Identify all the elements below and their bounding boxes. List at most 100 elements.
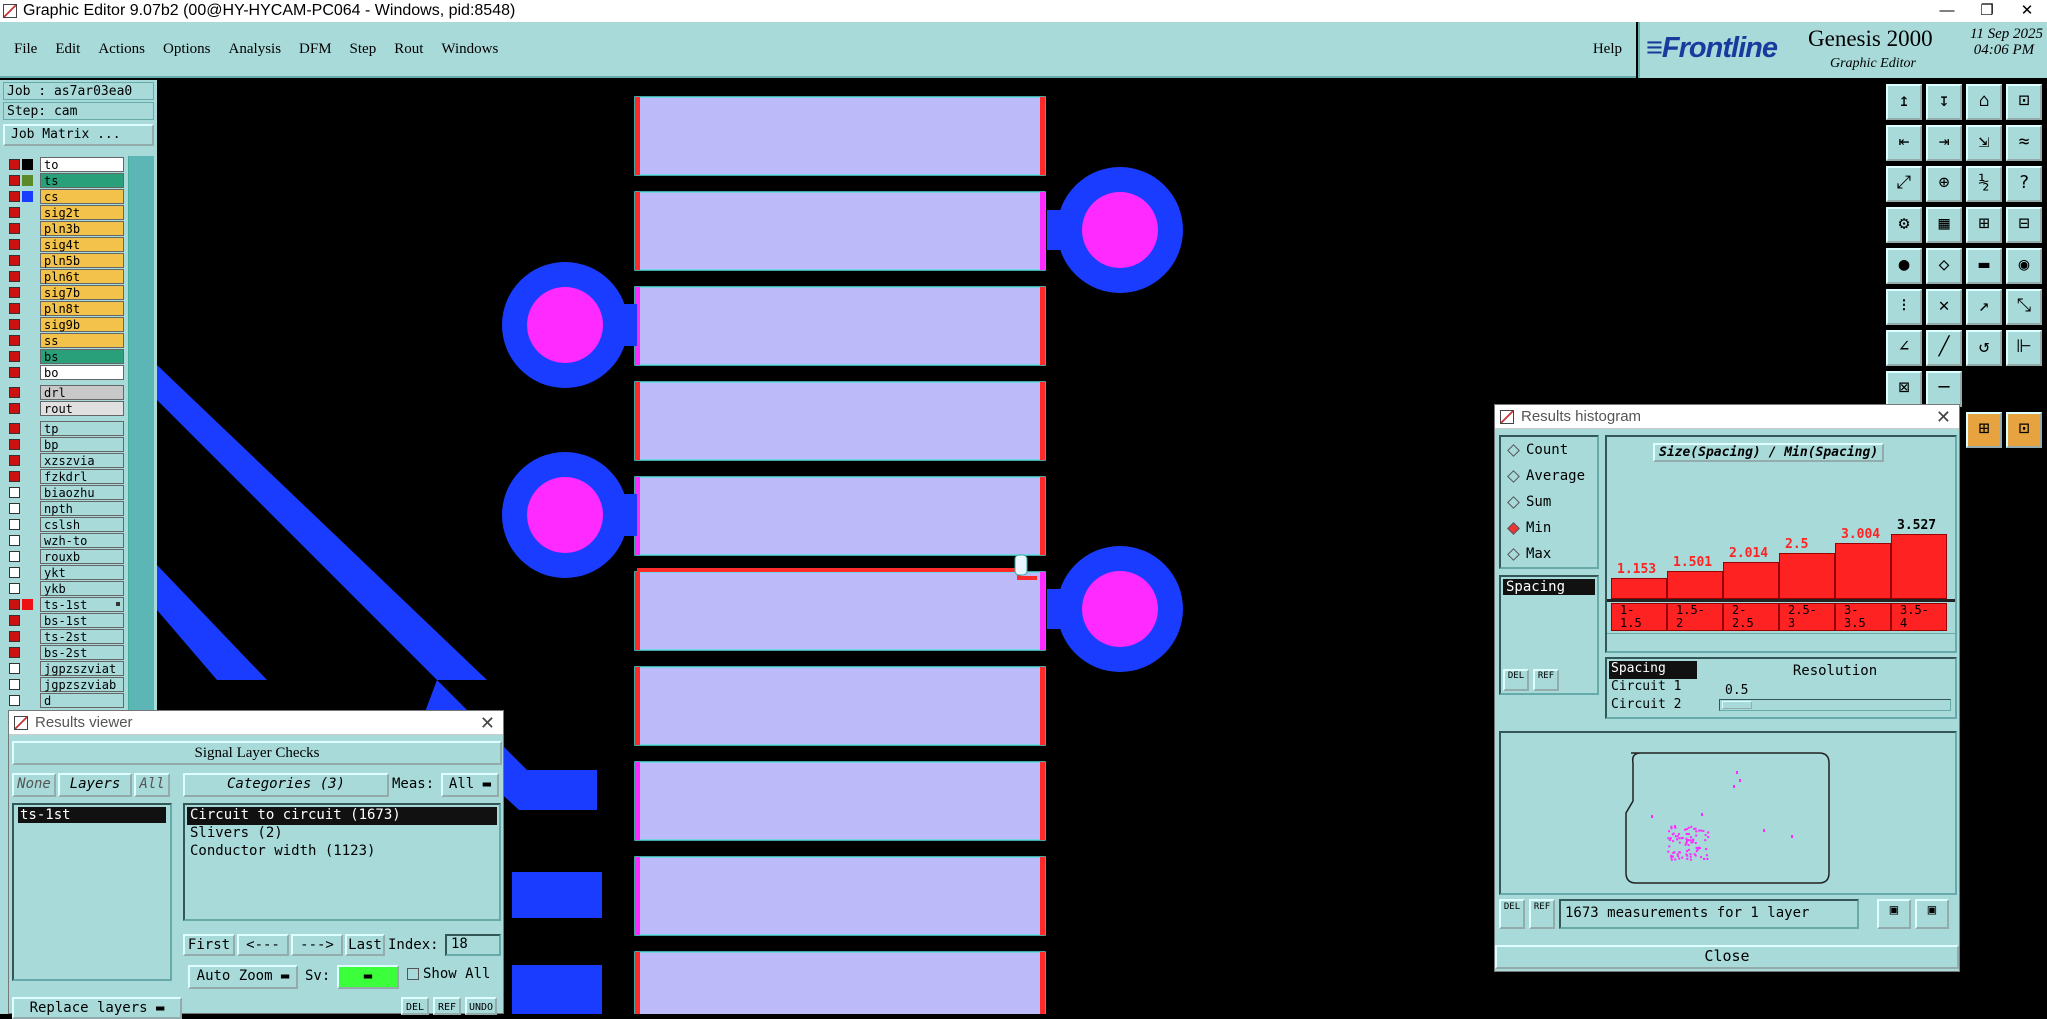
frame-icon[interactable]: ⊩ [2006,330,2042,366]
layer-name[interactable]: pln6t [40,268,124,284]
circle-icon[interactable]: ◉ [2006,248,2042,284]
layer-visibility-toggle[interactable] [9,518,20,530]
resolution-slider[interactable] [1719,699,1951,711]
layer-row-ykb[interactable]: ykb [4,580,124,596]
angle-icon[interactable]: ∠ [1886,330,1922,366]
layer-row-rouxb[interactable]: rouxb [4,548,124,564]
del-button-bottom[interactable]: DEL [1499,899,1525,929]
del-button[interactable]: DEL [1503,669,1529,691]
auto-zoom-select[interactable]: Auto Zoom ▬ [188,965,298,989]
layer-visibility-toggle[interactable] [9,662,20,674]
layer-row-fzkdrl[interactable]: fzkdrl [4,468,124,484]
layer-row-sig4t[interactable]: sig4t [4,236,124,252]
bin-label[interactable]: 2.5- 3 [1779,603,1835,631]
rotate-icon[interactable]: ↺ [1966,330,2002,366]
graph-icon[interactable]: ▣ [1915,899,1949,929]
layer-visibility-toggle[interactable] [9,678,20,690]
radio-indicator[interactable] [1507,521,1520,535]
layer-visibility-toggle[interactable] [9,350,20,362]
layer-visibility-toggle[interactable] [9,270,20,282]
line-icon[interactable]: ▬ [1966,248,2002,284]
bin-label[interactable]: 1.5- 2 [1667,603,1723,631]
layer-name[interactable]: ts [40,172,124,188]
layer-name[interactable]: d [40,692,124,708]
histogram-bar[interactable] [1779,553,1835,599]
close-dialog-button[interactable]: Close [1495,945,1959,969]
layer-visibility-toggle[interactable] [9,630,20,642]
layer-visibility-toggle[interactable] [9,582,20,594]
job-matrix-button[interactable]: Job Matrix ... [3,124,154,146]
layer-visibility-toggle[interactable] [9,402,20,414]
save-icon[interactable]: ↧ [1926,84,1962,120]
snap-icon[interactable]: ⊞ [1966,412,2002,448]
layers-button[interactable]: Layers [58,773,132,797]
layer-visibility-toggle[interactable] [9,694,20,706]
node-icon[interactable]: ⁝ [1886,289,1922,325]
measure-icon[interactable]: ⤡ [2006,289,2042,325]
mode-option-min[interactable]: Min [1501,515,1597,541]
layer-name[interactable]: ts-2st [40,628,124,644]
layer-row-ykt[interactable]: ykt [4,564,124,580]
chart-hscrollbar[interactable] [1607,633,1955,645]
layer-row-xzszvia[interactable]: xzszvia [4,452,124,468]
shape-icon[interactable]: ◇ [1926,248,1962,284]
layer-row-ts-2st[interactable]: ts-2st [4,628,124,644]
layer-visibility-toggle[interactable] [9,334,20,346]
menu-analysis[interactable]: Analysis [229,41,282,58]
close-icon[interactable]: ✕ [1936,405,1951,429]
window-icon[interactable]: ⊡ [2006,84,2042,120]
ref-button-bottom[interactable]: REF [1529,899,1555,929]
export-icon[interactable]: ▣ [1877,899,1911,929]
radio-indicator[interactable] [1507,469,1520,483]
layer-row-bs[interactable]: bs [4,348,124,364]
layer-visibility-toggle[interactable] [9,646,20,658]
layer-row-sig7b[interactable]: sig7b [4,284,124,300]
ref-button[interactable]: REF [1533,669,1559,691]
layer-name[interactable]: ykb [40,580,124,596]
layer-visibility-toggle[interactable] [9,286,20,298]
layer-visibility-toggle[interactable] [9,206,20,218]
layer-row-bp[interactable]: bp [4,436,124,452]
type-item[interactable]: Spacing [1503,579,1595,595]
pad-icon[interactable]: ● [1886,248,1922,284]
menu-file[interactable]: File [14,41,37,58]
layer-visibility-toggle[interactable] [9,174,20,186]
settings-icon[interactable]: ⚙ [1886,207,1922,243]
layer-name[interactable]: jgpzszviab [40,676,124,692]
layer-row-jgpzszviab[interactable]: jgpzszviab [4,676,124,692]
maximize-button[interactable]: ❐ [1967,0,2007,22]
layer-visibility-toggle[interactable] [9,598,20,610]
radio-indicator[interactable] [1507,443,1520,457]
show-all-checkbox[interactable] [407,968,419,980]
mode-option-sum[interactable]: Sum [1501,489,1597,515]
layer-name[interactable]: pln3b [40,220,124,236]
layer-row-npth[interactable]: npth [4,500,124,516]
layer-name[interactable]: bs-1st [40,612,124,628]
layer-row-ss[interactable]: ss [4,332,124,348]
layer-name[interactable]: ts-1st [40,596,124,612]
index-input[interactable]: 18 [445,934,501,956]
property-item[interactable]: Circuit 1 [1609,679,1697,697]
cross-icon[interactable]: ✕ [1926,289,1962,325]
menu-step[interactable]: Step [350,41,377,58]
snap2-icon[interactable]: ⊡ [2006,412,2042,448]
layer-visibility-toggle[interactable] [9,614,20,626]
prev-button[interactable]: <--- [237,934,289,956]
layer2-icon[interactable]: ⊟ [2006,207,2042,243]
layer-visibility-toggle[interactable] [9,302,20,314]
category-item[interactable]: Circuit to circuit (1673) [187,807,497,825]
layer-name[interactable]: jgpzszviat [40,660,124,676]
layer-icon[interactable]: ⊞ [1966,207,2002,243]
layer-row-tp[interactable]: tp [4,420,124,436]
type-list[interactable]: Spacing DEL REF [1499,575,1599,695]
layer-visibility-toggle[interactable] [9,190,20,202]
home-icon[interactable]: ⌂ [1966,84,2002,120]
layer-row-to[interactable]: to [4,156,124,172]
layer-visibility-toggle[interactable] [9,486,20,498]
layer-name[interactable]: bp [40,436,124,452]
layer-row-pln5b[interactable]: pln5b [4,252,124,268]
route-icon[interactable]: ↗ [1966,289,2002,325]
none-button[interactable]: None [12,773,56,797]
layer-name[interactable]: sig4t [40,236,124,252]
list-item[interactable]: ts-1st [18,807,166,823]
